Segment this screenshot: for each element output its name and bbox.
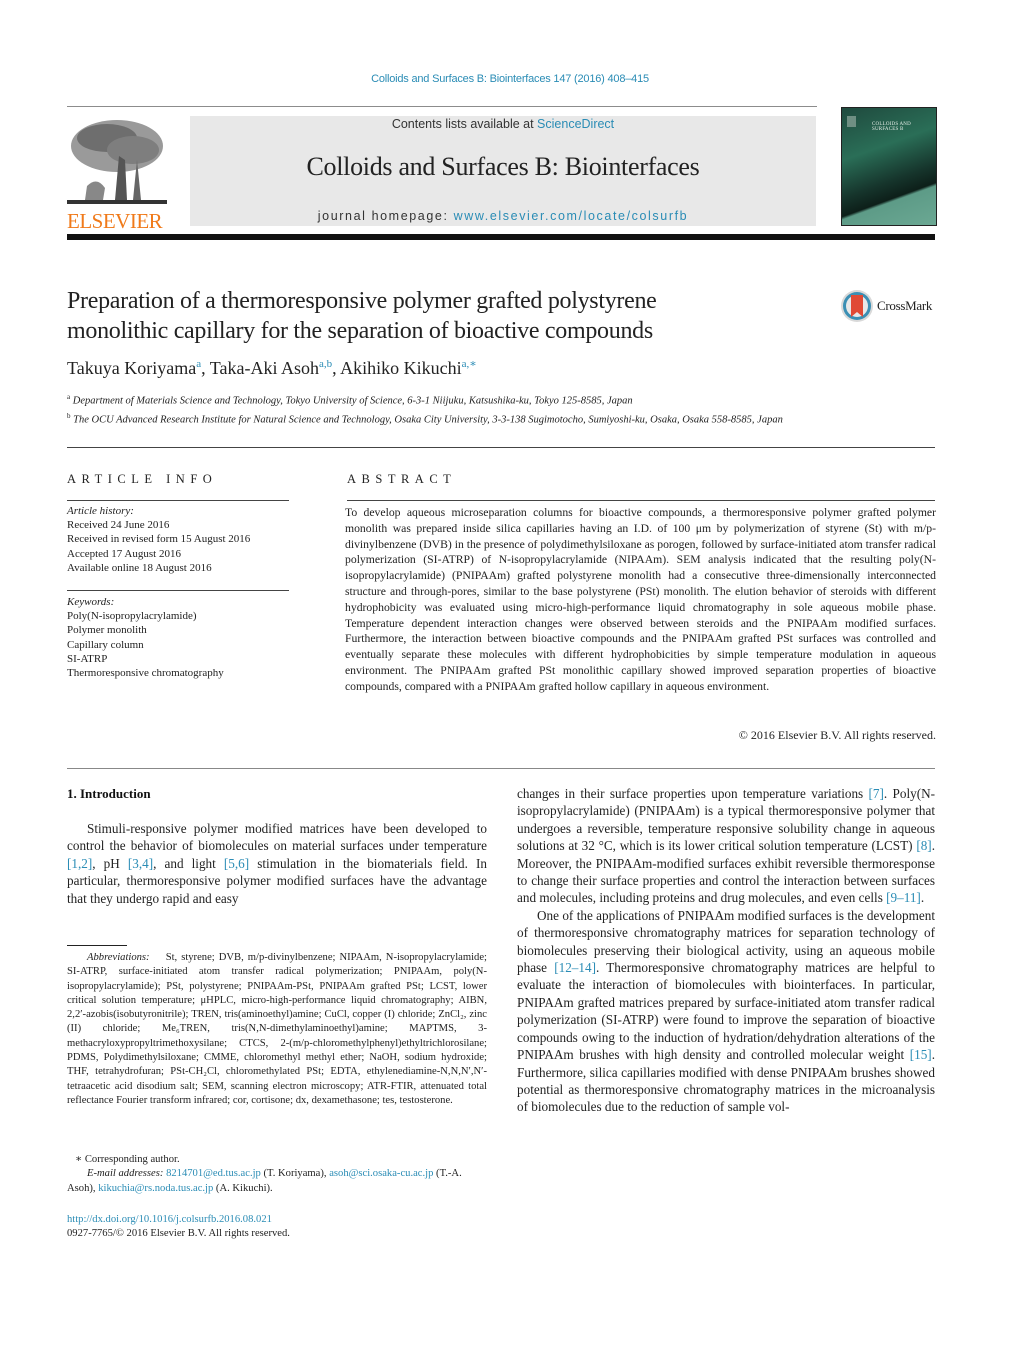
citation-link[interactable]: [8] xyxy=(916,838,931,853)
author-affiliation-mark[interactable]: a,∗ xyxy=(462,358,477,370)
affiliation-text: The OCU Advanced Research Institute for … xyxy=(73,414,783,426)
paper-title: Preparation of a thermoresponsive polyme… xyxy=(67,286,807,346)
paper-title-line: Preparation of a thermoresponsive polyme… xyxy=(67,288,657,314)
article-history: Article history: Received 24 June 2016 R… xyxy=(67,504,250,575)
citation-link[interactable]: [15] xyxy=(910,1047,932,1062)
body-text-run: changes in their surface properties upon… xyxy=(517,786,869,801)
body-text-run: . Thermoresponsive chromatography matric… xyxy=(517,960,935,1063)
divider xyxy=(67,500,289,501)
issn-copyright: 0927-7765/© 2016 Elsevier B.V. All right… xyxy=(67,1228,290,1240)
journal-homepage-link[interactable]: www.elsevier.com/locate/colsurfb xyxy=(454,209,689,223)
affiliation: a Department of Materials Science and Te… xyxy=(67,390,927,409)
citation-link[interactable]: [7] xyxy=(869,786,884,801)
section-heading-introduction: 1. Introduction xyxy=(67,786,151,801)
author-affiliation-mark[interactable]: a,b xyxy=(319,358,332,370)
divider xyxy=(67,590,289,591)
author-name: Akihiko Kikuchi xyxy=(340,358,462,378)
keyword: Poly(N-isopropylacrylamide) xyxy=(67,610,197,623)
history-label: Article history: xyxy=(67,505,134,517)
affiliation-mark: a xyxy=(67,393,71,401)
doi-link[interactable]: http://dx.doi.org/10.1016/j.colsurfb.201… xyxy=(67,1213,290,1227)
affiliation-text: Department of Materials Science and Tech… xyxy=(72,395,633,407)
sciencedirect-link[interactable]: ScienceDirect xyxy=(537,117,614,131)
author-separator: , xyxy=(201,358,210,378)
affiliation-mark: b xyxy=(67,412,71,420)
history-item: Received 24 June 2016 xyxy=(67,519,170,532)
author[interactable]: Akihiko Kikuchia,∗ xyxy=(340,358,477,378)
divider xyxy=(67,768,935,769)
corresponding-author-footnote: ∗ Corresponding author. E-mail addresses… xyxy=(67,1153,487,1196)
elsevier-logo[interactable]: ELSEVIER xyxy=(67,116,167,233)
elsevier-tree-icon xyxy=(67,116,167,208)
footnote-divider xyxy=(67,945,127,946)
email-owner: (A. Kikuchi). xyxy=(213,1182,273,1194)
contents-line: Contents lists available at ScienceDirec… xyxy=(190,117,816,131)
email-owner: (T. Koriyama), xyxy=(260,1168,330,1180)
cover-publisher-icon xyxy=(847,116,856,127)
body-text-run: Stimuli-responsive polymer modified matr… xyxy=(67,821,487,854)
citation-link[interactable]: [9–11] xyxy=(886,890,921,905)
body-paragraph: Stimuli-responsive polymer modified matr… xyxy=(67,820,487,907)
cover-title: COLLOIDS AND SURFACES B xyxy=(872,122,911,132)
body-text-run: , and light xyxy=(153,855,224,871)
citation-link[interactable]: [5,6] xyxy=(224,856,249,871)
divider xyxy=(67,447,935,448)
keyword: Capillary column xyxy=(67,638,144,651)
author-name: Takuya Koriyama xyxy=(67,358,197,378)
author[interactable]: Taka-Aki Asoha,b xyxy=(210,358,332,378)
body-paragraph: changes in their surface properties upon… xyxy=(517,785,935,907)
publisher-name: ELSEVIER xyxy=(67,209,163,233)
keyword: Polymer monolith xyxy=(67,624,147,637)
author-name: Taka-Aki Asoh xyxy=(209,358,320,378)
email-link[interactable]: 8214701@ed.tus.ac.jp xyxy=(166,1168,261,1179)
crossmark-icon xyxy=(841,290,873,322)
crossmark-button[interactable]: CrossMark xyxy=(840,289,932,323)
author-list: Takuya Koriyamaa, Taka-Aki Asoha,b, Akih… xyxy=(67,357,477,379)
homepage-line: journal homepage: www.elsevier.com/locat… xyxy=(190,209,816,223)
body-column-right: changes in their surface properties upon… xyxy=(517,785,935,1116)
header-divider xyxy=(67,106,817,107)
journal-reference-link[interactable]: Colloids and Surfaces B: Biointerfaces 1… xyxy=(0,73,1020,85)
affiliation: b The OCU Advanced Research Institute fo… xyxy=(67,409,927,428)
abstract-copyright: © 2016 Elsevier B.V. All rights reserved… xyxy=(738,728,936,742)
article-info-heading: ARTICLE INFO xyxy=(67,472,218,486)
email-link[interactable]: asoh@sci.osaka-cu.ac.jp xyxy=(329,1168,433,1179)
crossmark-label: CrossMark xyxy=(877,298,933,313)
affiliations: a Department of Materials Science and Te… xyxy=(67,390,927,428)
body-text-run: . xyxy=(920,890,925,906)
keywords-label: Keywords: xyxy=(67,596,115,608)
email-link[interactable]: kikuchia@rs.noda.tus.ac.jp xyxy=(98,1183,213,1194)
citation-link[interactable]: [1,2] xyxy=(67,856,92,871)
citation-link[interactable]: [12–14] xyxy=(554,960,596,975)
email-label: E-mail addresses: xyxy=(87,1168,167,1180)
keywords: Keywords: Poly(N-isopropylacrylamide) Po… xyxy=(67,595,224,680)
divider xyxy=(347,500,935,501)
keyword: SI-ATRP xyxy=(67,652,108,665)
abbreviations-label: Abbreviations: xyxy=(87,952,150,963)
body-paragraph: One of the applications of PNIPAAm modif… xyxy=(517,907,935,1116)
history-item: Available online 18 August 2016 xyxy=(67,561,212,574)
doi-block: http://dx.doi.org/10.1016/j.colsurfb.201… xyxy=(67,1213,290,1242)
abstract-text: To develop aqueous microseparation colum… xyxy=(345,506,936,693)
abstract-heading: ABSTRACT xyxy=(347,472,457,486)
journal-cover-image[interactable]: COLLOIDS AND SURFACES B xyxy=(841,107,937,226)
abbreviations-footnote: Abbreviations: St, styrene; DVB, m/p-div… xyxy=(67,951,487,1108)
author-separator: , xyxy=(332,358,341,378)
contents-prefix: Contents lists available at xyxy=(391,117,538,131)
author[interactable]: Takuya Koriyamaa xyxy=(67,358,201,378)
paper-title-line: monolithic capillary for the separation … xyxy=(67,318,653,344)
journal-title: Colloids and Surfaces B: Biointerfaces xyxy=(306,152,700,181)
corresponding-label: ∗ Corresponding author. xyxy=(75,1154,180,1165)
history-item: Received in revised form 15 August 2016 xyxy=(67,533,251,546)
abbreviations-text: St, styrene; DVB, m/p-divinylbenzene; NI… xyxy=(67,952,488,1106)
keyword: Thermoresponsive chromatography xyxy=(67,667,224,680)
history-item: Accepted 17 August 2016 xyxy=(67,547,181,560)
header-thick-rule xyxy=(67,234,935,240)
homepage-prefix: journal homepage: xyxy=(317,209,454,223)
citation-link[interactable]: [3,4] xyxy=(128,856,153,871)
body-text-run: , pH xyxy=(92,855,128,871)
